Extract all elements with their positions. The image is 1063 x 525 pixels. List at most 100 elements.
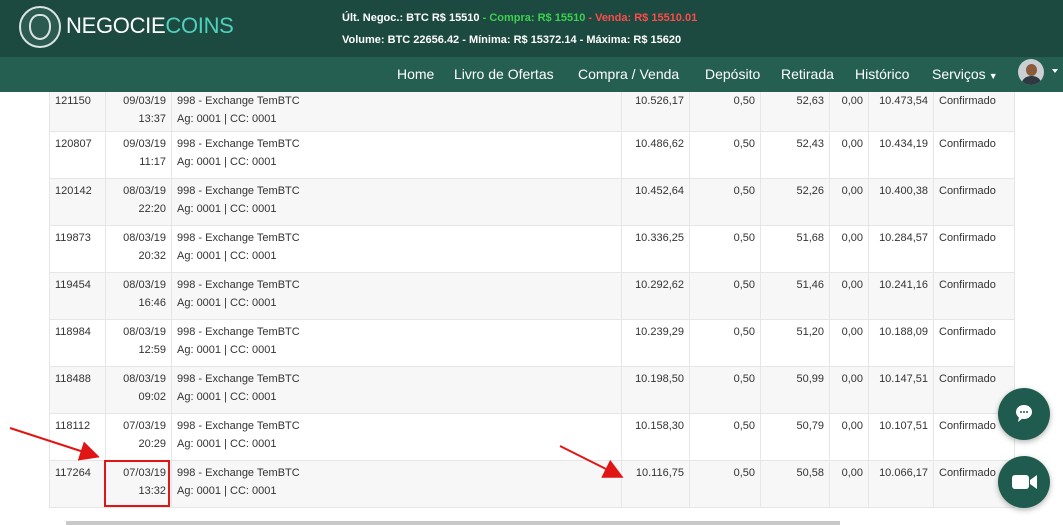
row-fee: 51,46 (796, 279, 824, 291)
row-date: 09/03/19 (123, 95, 166, 107)
row-fee-percent: 0,50 (733, 185, 755, 197)
row-bank: 998 - Exchange TemBTC (177, 326, 300, 338)
last-trade: Últ. Negoc.: BTC R$ 15510 (342, 12, 480, 24)
volume: Volume: BTC 22656.42 (342, 34, 460, 46)
table-cell: 0,00 (829, 131, 869, 179)
table-cell: Confirmado (933, 131, 1015, 179)
brand-name-part2: COINS (165, 13, 234, 38)
row-account: Ag: 0001 | CC: 0001 (177, 485, 277, 497)
row-date: 08/03/19 (123, 185, 166, 197)
row-date: 09/03/19 (123, 138, 166, 150)
nav-services[interactable]: Serviços ▼ (932, 66, 998, 82)
row-account: Ag: 0001 | CC: 0001 (177, 203, 277, 215)
table-cell: 10.239,29 (621, 319, 690, 367)
row-time: 22:20 (138, 203, 166, 215)
row-fee-percent: 0,50 (733, 420, 755, 432)
table-cell: Confirmado (933, 178, 1015, 226)
table-cell: 0,50 (689, 92, 761, 132)
table-row: 119454 08/03/19 16:46 998 - Exchange TemBTC… (49, 272, 1015, 320)
table-cell: 10.292,62 (621, 272, 690, 320)
table-cell: 998 - Exchange TemBTC Ag: 0001 | CC: 0001 (171, 131, 622, 179)
nav-withdraw[interactable]: Retirada (781, 66, 834, 82)
table-cell: 0,50 (689, 178, 761, 226)
table-cell: 118984 (49, 319, 106, 367)
table-cell: 0,50 (689, 413, 761, 461)
user-avatar[interactable] (1018, 59, 1044, 85)
row-id: 118488 (55, 373, 91, 385)
row-account: Ag: 0001 | CC: 0001 (177, 297, 277, 309)
nav-buy-sell[interactable]: Compra / Venda (578, 66, 679, 82)
row-date: 08/03/19 (123, 373, 166, 385)
table-row: 120142 08/03/19 22:20 998 - Exchange TemBTC… (49, 178, 1015, 226)
table-cell: 10.284,57 (868, 225, 934, 273)
row-time: 12:59 (138, 344, 166, 356)
table-cell: 10.198,50 (621, 366, 690, 414)
row-net-amount: 10.473,54 (879, 95, 928, 107)
table-cell: 120807 (49, 131, 106, 179)
table-cell: 0,50 (689, 319, 761, 367)
horizontal-scrollbar[interactable] (66, 521, 840, 525)
table-cell: Confirmado (933, 225, 1015, 273)
table-row: 118984 08/03/19 12:59 998 - Exchange TemBTC… (49, 319, 1015, 367)
row-fee-percent: 0,50 (733, 326, 755, 338)
table-cell: 10.158,30 (621, 413, 690, 461)
video-call-button[interactable] (998, 456, 1050, 508)
row-account: Ag: 0001 | CC: 0001 (177, 438, 277, 450)
row-fee-percent: 0,50 (733, 95, 755, 107)
table-row: 118112 07/03/19 20:29 998 - Exchange TemBTC… (49, 413, 1015, 461)
table-cell: 08/03/19 20:32 (105, 225, 172, 273)
row-fee: 50,79 (796, 420, 824, 432)
row-net-amount: 10.241,16 (879, 279, 928, 291)
row-fee: 50,58 (796, 467, 824, 479)
row-net-amount: 10.066,17 (879, 467, 928, 479)
row-fee-percent: 0,50 (733, 232, 755, 244)
row-time: 13:37 (138, 113, 166, 125)
lion-logo-icon[interactable] (19, 6, 61, 48)
nav-history[interactable]: Histórico (855, 66, 909, 82)
table-cell: 10.400,38 (868, 178, 934, 226)
table-cell: 10.526,17 (621, 92, 690, 132)
row-time: 09:02 (138, 391, 166, 403)
table-cell: 50,99 (760, 366, 830, 414)
table-cell: 998 - Exchange TemBTC Ag: 0001 | CC: 0001 (171, 225, 622, 273)
table-cell: 51,68 (760, 225, 830, 273)
row-fee: 52,63 (796, 95, 824, 107)
table-cell: 10.452,64 (621, 178, 690, 226)
row-id: 120142 (55, 185, 92, 197)
nav-home[interactable]: Home (397, 66, 434, 82)
row-net-amount: 10.284,57 (879, 232, 928, 244)
table-cell: 10.241,16 (868, 272, 934, 320)
nav-offers-book[interactable]: Livro de Ofertas (454, 66, 554, 82)
row-amount: 10.452,64 (635, 185, 684, 197)
table-cell: 07/03/19 20:29 (105, 413, 172, 461)
row-extra-fee: 0,00 (841, 467, 863, 479)
ticker-line-2: Volume: BTC 22656.42 - Mínima: R$ 15372.… (342, 34, 681, 46)
avatar-chevron-down-icon[interactable] (1052, 69, 1058, 73)
row-id: 121150 (55, 95, 91, 107)
row-status: Confirmado (939, 279, 996, 291)
table-cell: 0,00 (829, 225, 869, 273)
chevron-down-icon: ▼ (988, 71, 998, 81)
table-cell: 09/03/19 13:37 (105, 92, 172, 132)
chat-button[interactable] (998, 388, 1050, 440)
row-id: 120807 (55, 138, 92, 150)
table-cell: 119454 (49, 272, 106, 320)
row-extra-fee: 0,00 (841, 232, 863, 244)
table-cell: 119873 (49, 225, 106, 273)
row-status: Confirmado (939, 138, 996, 150)
row-fee: 50,99 (796, 373, 824, 385)
row-time: 20:29 (138, 438, 166, 450)
table-cell: 51,20 (760, 319, 830, 367)
row-bank: 998 - Exchange TemBTC (177, 185, 300, 197)
row-date: 08/03/19 (123, 279, 166, 291)
table-cell: 998 - Exchange TemBTC Ag: 0001 | CC: 0001 (171, 366, 622, 414)
row-bank: 998 - Exchange TemBTC (177, 232, 300, 244)
brand-logo[interactable]: NEGOCIECOINS (66, 13, 234, 39)
table-cell: 10.147,51 (868, 366, 934, 414)
row-account: Ag: 0001 | CC: 0001 (177, 344, 277, 356)
table-cell: Confirmado (933, 319, 1015, 367)
nav-deposit[interactable]: Depósito (705, 66, 760, 82)
row-fee: 51,20 (796, 326, 824, 338)
table-cell: 0,50 (689, 225, 761, 273)
row-extra-fee: 0,00 (841, 95, 863, 107)
